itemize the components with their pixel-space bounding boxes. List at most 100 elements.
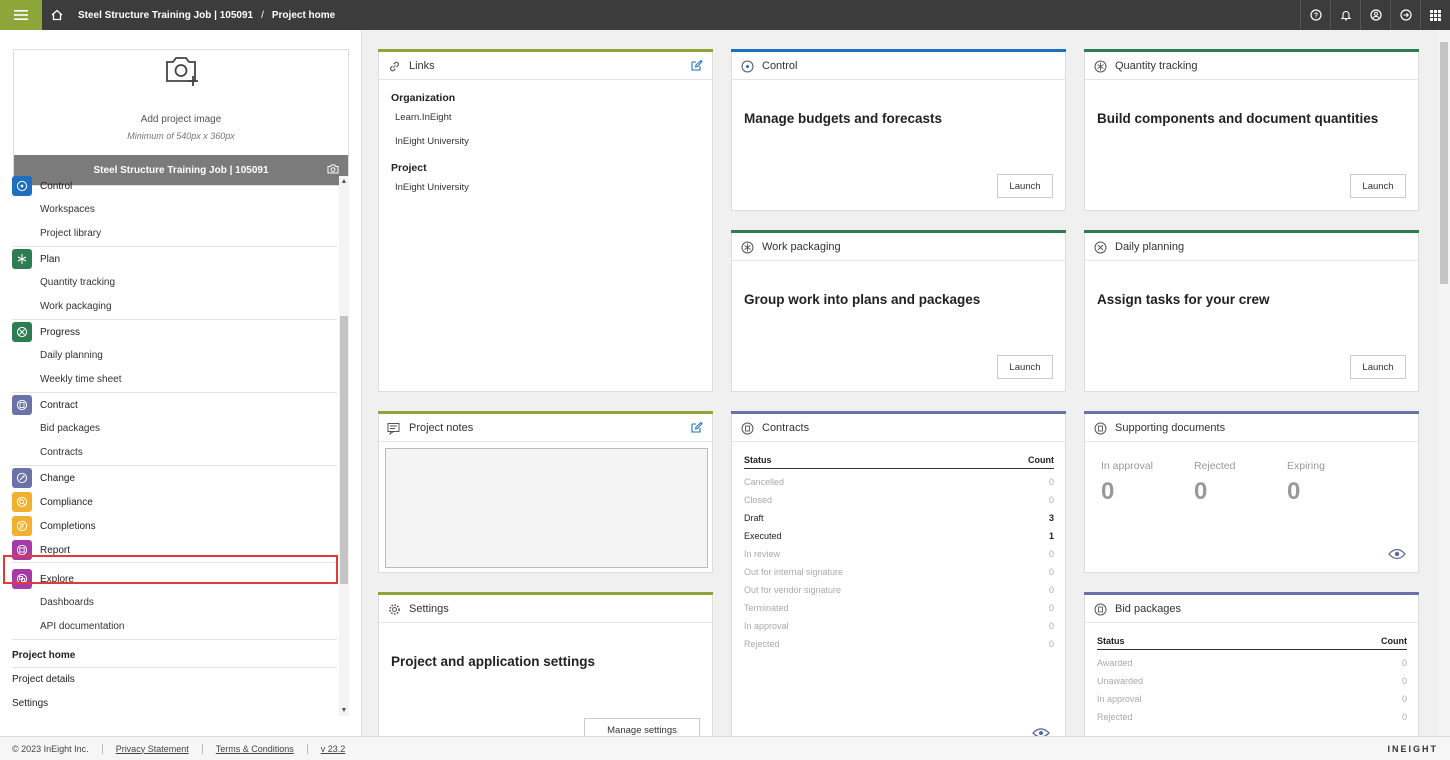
- sidebar-item-quantity-tracking[interactable]: Quantity tracking: [12, 271, 337, 295]
- table-row: In review 0: [744, 549, 1054, 559]
- edit-icon: [691, 59, 703, 71]
- table-row: In approval 0: [1097, 694, 1407, 704]
- settings-card: Settings Project and application setting…: [378, 592, 713, 742]
- sidebar-item-label: Compliance: [40, 496, 93, 508]
- change-icon: [12, 468, 32, 488]
- launch-quantity-button[interactable]: Launch: [1350, 174, 1406, 198]
- sidebar-scrollbar[interactable]: ▲ ▼: [339, 176, 349, 716]
- notes-icon: [387, 421, 401, 435]
- stat-rejected: Rejected 0: [1194, 460, 1236, 505]
- sidebar-item-dashboards[interactable]: Dashboards: [12, 591, 337, 615]
- bell-icon: [1340, 11, 1351, 21]
- top-bar: Steel Structure Training Job | 105091 / …: [0, 0, 1450, 30]
- settings-headline: Project and application settings: [391, 654, 596, 669]
- status-column-header: Status: [744, 455, 772, 465]
- quantity-tracking-card: Quantity tracking Build components and d…: [1084, 49, 1419, 211]
- help-button[interactable]: ?: [1300, 0, 1330, 30]
- links-title: Links: [409, 60, 435, 72]
- sidebar-item-explore[interactable]: Explore: [12, 567, 337, 591]
- sidebar-item-weekly-time-sheet[interactable]: Weekly time sheet: [12, 368, 337, 392]
- launch-daily-button[interactable]: Launch: [1350, 355, 1406, 379]
- docs-view-button[interactable]: [1388, 548, 1406, 563]
- sidebar-item-settings[interactable]: Settings: [12, 692, 337, 714]
- sidebar-item-label: Control: [40, 180, 73, 192]
- sidebar-item-contracts[interactable]: Contracts: [12, 441, 337, 465]
- launch-control-button[interactable]: Launch: [997, 174, 1053, 198]
- scroll-up-arrow[interactable]: ▲: [340, 178, 348, 185]
- sidebar-item-project-home[interactable]: Project home: [12, 644, 337, 668]
- sidebar-item-control[interactable]: Control: [12, 174, 337, 198]
- docs-card-icon: [1093, 421, 1107, 435]
- table-row: Executed 1: [744, 531, 1054, 541]
- privacy-statement-link[interactable]: Privacy Statement: [101, 743, 202, 754]
- sidebar-item-work-packaging[interactable]: Work packaging: [12, 295, 337, 319]
- user-profile-button[interactable]: [1360, 0, 1390, 30]
- stat-in-approval: In approval 0: [1101, 460, 1153, 505]
- hamburger-menu-button[interactable]: [0, 0, 42, 30]
- sidebar-item-project-details[interactable]: Project details: [12, 668, 337, 692]
- notifications-button[interactable]: [1330, 0, 1360, 30]
- project-notes-area[interactable]: [385, 448, 708, 568]
- main-scrollbar[interactable]: [1438, 30, 1450, 736]
- link-learn-ineight[interactable]: Learn.InEight: [391, 106, 469, 130]
- app-switcher-button[interactable]: [1420, 0, 1450, 30]
- sidebar-item-compliance[interactable]: Compliance: [12, 490, 337, 514]
- report-icon: [12, 540, 32, 560]
- link-ineight-university[interactable]: InEight University: [391, 130, 469, 154]
- nav-group-plan: Plan Quantity tracking Work packaging: [12, 247, 337, 320]
- sidebar-item-api-documentation[interactable]: API documentation: [12, 615, 337, 639]
- links-card: Links Organization Learn.InEight InEight…: [378, 49, 713, 392]
- daily-headline: Assign tasks for your crew: [1097, 292, 1270, 307]
- sidebar-item-change[interactable]: Change: [12, 466, 337, 490]
- sidebar-item-progress[interactable]: Progress: [12, 320, 337, 344]
- quantity-headline: Build components and document quantities: [1097, 111, 1379, 126]
- terms-link[interactable]: Terms & Conditions: [201, 743, 307, 754]
- link-icon: [387, 59, 401, 73]
- bids-table: Status Count Awarded 0 Unawarded 0 In appro…: [1097, 632, 1407, 726]
- breadcrumb-project[interactable]: Steel Structure Training Job | 105091: [78, 10, 253, 21]
- contracts-table: Status Count Cancelled 0 Closed 0 Draft 3 Ex…: [744, 451, 1054, 653]
- nav-group-progress: Progress Daily planning Weekly time shee…: [12, 320, 337, 393]
- project-notes-card: Project notes: [378, 411, 713, 573]
- compliance-icon: [12, 492, 32, 512]
- table-header: Status Count: [1097, 632, 1407, 650]
- launch-workpack-button[interactable]: Launch: [997, 355, 1053, 379]
- nav-group-contract: Contract Bid packages Contracts: [12, 393, 337, 466]
- image-size-hint: Minimum of 540px x 360px: [127, 131, 235, 141]
- sidebar-item-bid-packages[interactable]: Bid packages: [12, 417, 337, 441]
- main-scroll-thumb[interactable]: [1440, 42, 1448, 284]
- copyright-text: © 2023 InEight Inc.: [12, 743, 89, 754]
- bids-card-title: Bid packages: [1115, 603, 1182, 615]
- edit-notes-button[interactable]: [690, 421, 703, 437]
- sidebar-item-completions[interactable]: Completions: [12, 514, 337, 538]
- home-button[interactable]: [42, 0, 72, 30]
- version-link[interactable]: v 23.2: [306, 743, 359, 754]
- table-row: In approval 0: [744, 621, 1054, 631]
- sign-out-button[interactable]: [1390, 0, 1420, 30]
- sidebar-item-label: Completions: [40, 520, 96, 532]
- sidebar-item-label: Progress: [40, 326, 81, 338]
- sidebar-item-contract[interactable]: Contract: [12, 393, 337, 417]
- control-headline: Manage budgets and forecasts: [744, 111, 943, 126]
- link-project-ineight-university[interactable]: InEight University: [391, 176, 469, 200]
- control-card-icon: [740, 59, 754, 73]
- sidebar-item-label: Report: [40, 544, 71, 556]
- grid-icon: [1430, 9, 1441, 21]
- breadcrumb-current: Project home: [271, 9, 336, 21]
- menu-icon: [14, 10, 28, 20]
- sidebar-item-workspaces[interactable]: Workspaces: [12, 198, 337, 222]
- breadcrumb: Steel Structure Training Job | 105091 / …: [78, 10, 335, 21]
- edit-links-button[interactable]: [690, 59, 703, 75]
- sidebar-item-daily-planning[interactable]: Daily planning: [12, 344, 337, 368]
- sidebar-item-report[interactable]: Report: [12, 538, 337, 562]
- project-image-area[interactable]: Add project image Minimum of 540px x 360…: [13, 49, 349, 186]
- progress-icon: [12, 322, 32, 342]
- sidebar-scroll-thumb[interactable]: [340, 316, 348, 584]
- sidebar-item-plan[interactable]: Plan: [12, 247, 337, 271]
- home-icon: [51, 9, 63, 21]
- table-row: Terminated 0: [744, 603, 1054, 613]
- scroll-down-arrow[interactable]: ▼: [340, 707, 348, 714]
- edit-icon: [691, 421, 703, 433]
- sidebar-item-project-library[interactable]: Project library: [12, 222, 337, 246]
- add-camera-icon: [166, 57, 198, 86]
